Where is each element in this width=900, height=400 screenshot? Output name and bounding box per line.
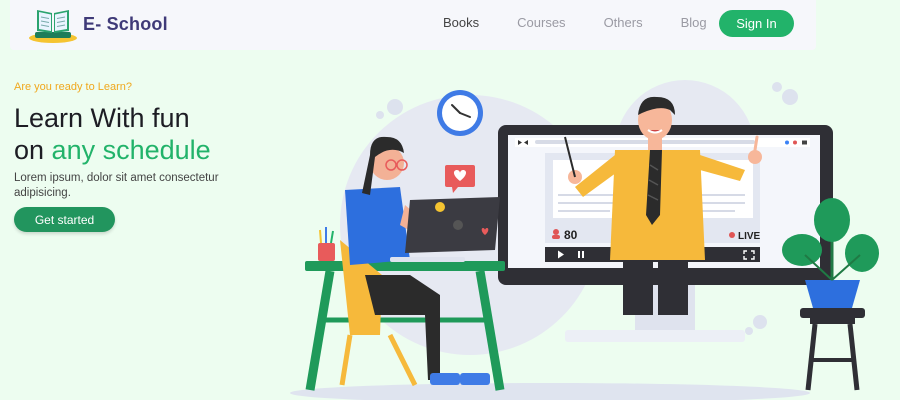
live-label: LIVE [738,231,761,242]
brand-logo[interactable]: E- School [27,4,168,44]
nav-link-blog[interactable]: Blog [681,15,707,30]
hero-headline: Learn With fun on any schedule [14,102,211,166]
book-logo-icon [29,10,77,43]
user-icon [553,229,559,235]
clock-icon [437,90,483,136]
headline-line-2-prefix: on [14,135,52,165]
main-nav: Books Courses Others Blog [443,15,745,30]
nav-link-books[interactable]: Books [443,15,479,30]
sign-in-button[interactable]: Sign In [719,10,794,37]
headline-line-1: Learn With fun [14,103,190,133]
headline-accent: any schedule [51,135,211,165]
hero-eyebrow: Are you ready to Learn? [14,81,133,93]
hero-description: Lorem ipsum, dolor sit amet consectetur … [14,172,219,199]
brand-name: E- School [83,13,168,34]
get-started-button[interactable]: Get started [14,207,115,232]
hero-illustration: 80 LIVE [290,80,879,400]
nav-link-others[interactable]: Others [604,15,643,30]
navbar: E- School Books Courses Others Blog Sign… [10,0,816,50]
nav-link-courses[interactable]: Courses [517,15,565,30]
viewer-count-text: 80 [564,228,578,242]
